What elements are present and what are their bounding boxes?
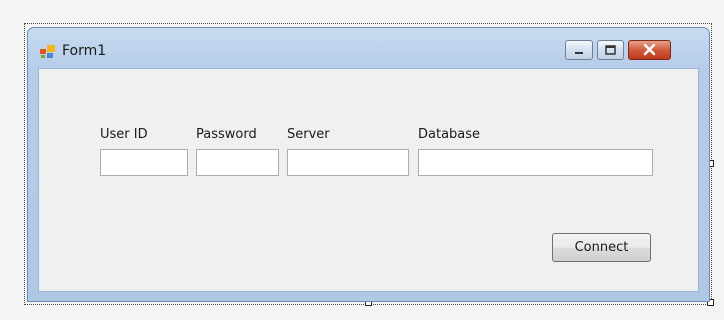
- close-button[interactable]: [628, 40, 671, 60]
- user-id-label: User ID: [100, 127, 148, 142]
- form-client-area: User ID Password Server Database Connect: [38, 68, 699, 292]
- maximize-button[interactable]: [597, 40, 624, 60]
- title-bar[interactable]: Form1: [28, 28, 709, 68]
- form-window[interactable]: Form1 User ID Password Server Database C…: [27, 27, 710, 302]
- password-label: Password: [196, 127, 257, 142]
- minimize-button[interactable]: [565, 40, 593, 60]
- password-field[interactable]: [196, 149, 279, 176]
- app-form-icon: [40, 44, 56, 58]
- close-icon: [629, 43, 670, 63]
- window-title: Form1: [62, 43, 107, 59]
- minimize-icon: [566, 44, 592, 63]
- maximize-icon: [598, 44, 623, 63]
- server-field[interactable]: [287, 149, 409, 176]
- database-label: Database: [418, 127, 481, 142]
- connect-button[interactable]: Connect: [552, 233, 651, 262]
- user-id-field[interactable]: [100, 149, 188, 176]
- designer-surface: Form1 User ID Password Server Database C…: [0, 0, 724, 320]
- database-field[interactable]: [418, 149, 653, 176]
- server-label: Server: [287, 127, 330, 142]
